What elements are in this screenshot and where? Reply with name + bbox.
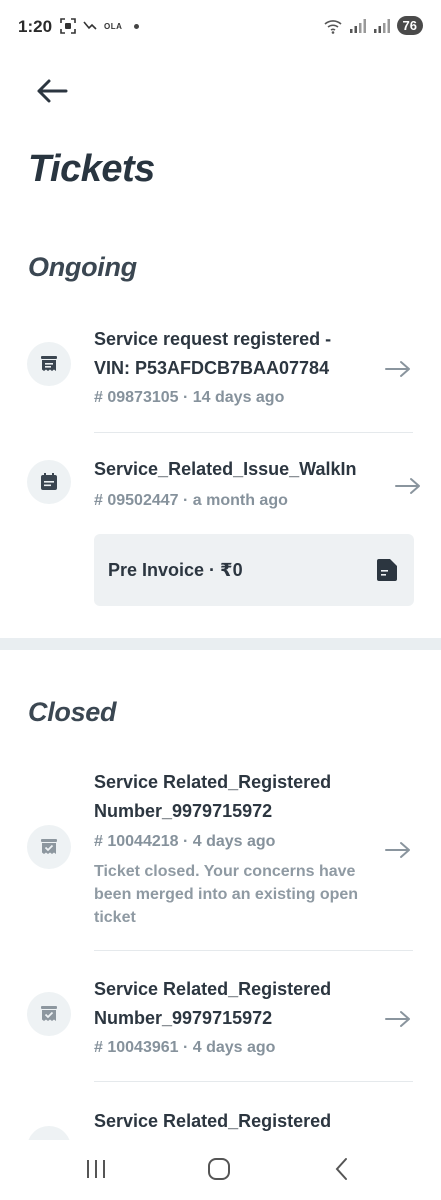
ticket-status-note: Ticket closed. Your concerns have been m…: [94, 863, 359, 926]
back-button[interactable]: [32, 74, 72, 108]
wifi-icon: [323, 19, 342, 34]
ticket-meta: # 09502447 · a month ago: [94, 492, 288, 509]
battery-indicator: 76: [396, 16, 423, 35]
ticket-meta: # 10043961 · 4 days ago: [94, 1039, 276, 1056]
arrow-right-icon: [385, 1011, 410, 1027]
ticket-ongoing-1[interactable]: Service request registered - VIN: P53AFD…: [0, 318, 441, 432]
ticket-closed-2[interactable]: Service Related_Registered Number_997971…: [0, 972, 441, 1080]
receipt-check-icon: [27, 992, 71, 1036]
signal-icon-1: [349, 18, 366, 33]
home-button[interactable]: [199, 1154, 239, 1184]
ticket-title: Service Related_Registered: [94, 1111, 332, 1131]
back-nav-button[interactable]: [322, 1154, 362, 1184]
section-separator: [0, 638, 441, 650]
status-notification-icons: OLA: [60, 18, 140, 34]
document-icon: [377, 559, 397, 581]
closed-section-title: Closed: [28, 697, 117, 727]
status-bar: 1:20 OLA 76: [0, 0, 441, 56]
ongoing-section-title: Ongoing: [28, 252, 137, 282]
status-system-icons: 76: [323, 16, 423, 35]
status-time: 1:20: [18, 17, 53, 36]
ticket-ongoing-2[interactable]: Service_Related_Issue_WalkIn # 09502447 …: [0, 445, 441, 525]
calendar-icon: [27, 460, 71, 504]
chevron-left-icon: [335, 1158, 347, 1180]
receipt-icon: [27, 342, 71, 386]
ticket-meta: # 09873105 · 14 days ago: [94, 389, 285, 406]
signal-icon-2: [373, 18, 390, 33]
ticket-closed-1[interactable]: Service Related_Registered Number_997971…: [0, 765, 441, 949]
recent-apps-button[interactable]: [76, 1154, 116, 1184]
recent-apps-icon: [87, 1160, 105, 1178]
pre-invoice-label: Pre Invoice · ₹0: [108, 560, 243, 580]
ticket-title: Service_Related_Issue_WalkIn: [94, 459, 357, 479]
ticket-title: Service Related_Registered Number_997971…: [94, 772, 332, 821]
home-icon: [208, 1158, 230, 1180]
divider: [94, 1081, 413, 1082]
pre-invoice-card[interactable]: Pre Invoice · ₹0: [94, 534, 414, 606]
arrow-left-icon: [37, 79, 68, 103]
screenshot-icon: [60, 18, 76, 34]
ticket-title: Service Related_Registered Number_997971…: [94, 979, 332, 1028]
receipt-check-icon: [27, 1126, 71, 1140]
ticket-closed-3[interactable]: Service Related_Registered: [0, 1104, 441, 1140]
arrow-right-icon: [385, 842, 410, 858]
ticket-title: Service request registered - VIN: P53AFD…: [94, 329, 332, 378]
arrow-right-icon: [385, 361, 410, 377]
missed-call-icon: [83, 21, 97, 30]
divider: [94, 432, 413, 433]
system-nav-bar: [0, 1140, 441, 1200]
ola-notification-icon: OLA: [104, 21, 123, 31]
arrow-right-icon: [395, 478, 420, 494]
receipt-check-icon: [27, 825, 71, 869]
notification-dot: [134, 23, 140, 29]
ticket-meta: # 10044218 · 4 days ago: [94, 833, 276, 850]
divider: [94, 950, 413, 951]
page-title: Tickets: [28, 148, 155, 190]
